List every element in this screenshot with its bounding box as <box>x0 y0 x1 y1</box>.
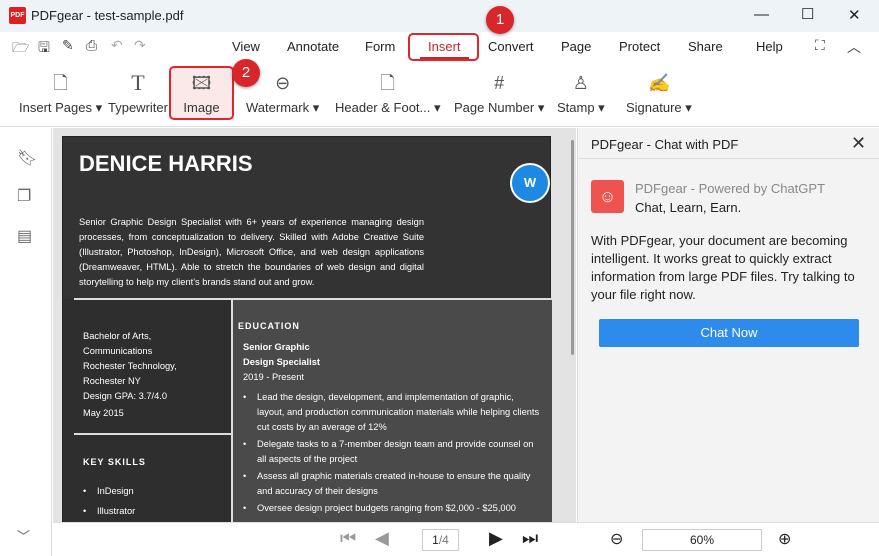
window-title: PDFgear - test-sample.pdf <box>31 8 184 23</box>
next-page-icon[interactable]: ▶ <box>489 528 503 549</box>
chat-now-button[interactable]: Chat Now <box>599 319 859 347</box>
chat-description: With PDFgear, your document are becoming… <box>591 233 855 302</box>
tab-form[interactable]: Form <box>365 39 395 54</box>
skills-list: InDesign Illustrator <box>81 481 135 521</box>
minimize-button[interactable]: — <box>754 6 769 23</box>
page-number-button[interactable]: # Page Number ▾ <box>454 70 544 116</box>
prev-page-icon[interactable]: ◀ <box>375 528 389 549</box>
signature-icon: ✍ <box>647 73 671 93</box>
maximize-button[interactable]: ☐ <box>801 5 814 23</box>
fullscreen-icon[interactable]: ⛶ <box>815 37 825 54</box>
resume-right-column: EDUCATION Senior Graphic Design Speciali… <box>231 299 552 522</box>
open-icon[interactable]: 🗁 <box>12 37 29 61</box>
print-icon[interactable]: ⎙ <box>86 37 97 54</box>
chat-tagline: Chat, Learn, Earn. <box>635 200 742 215</box>
tab-share[interactable]: Share <box>688 39 723 54</box>
step-badge-1: 1 <box>486 6 514 34</box>
close-button[interactable]: ✕ <box>848 6 861 24</box>
comments-icon[interactable]: ▤ <box>17 226 32 246</box>
title-bar: PDF PDFgear - test-sample.pdf — ☐ ✕ <box>0 0 879 32</box>
step-badge-2: 2 <box>232 59 260 87</box>
tab-protect[interactable]: Protect <box>619 39 660 54</box>
last-page-icon[interactable]: ⏭ <box>522 528 538 549</box>
document-viewer[interactable]: DENICE HARRIS W Senior Graphic Design Sp… <box>53 128 576 522</box>
job-bullets: Lead the design, development, and implem… <box>241 390 541 516</box>
degree-info: Bachelor of Arts, Communications Rochest… <box>83 331 177 418</box>
job-title: Senior Graphic Design Specialist <box>243 342 320 367</box>
insert-page-icon: 🗋 <box>53 73 68 93</box>
header-footer-button[interactable]: 🗋 Header & Foot... ▾ <box>335 70 441 116</box>
tab-convert[interactable]: Convert <box>488 39 534 54</box>
education-heading: EDUCATION <box>238 321 300 331</box>
stamp-button[interactable]: ♙ Stamp ▾ <box>557 70 605 116</box>
app-logo-icon: PDF <box>9 7 26 24</box>
signature-button[interactable]: ✍ Signature ▾ <box>626 70 692 116</box>
first-page-icon[interactable]: ⏮ <box>340 528 356 549</box>
chat-header: PDFgear - Chat with PDF ✕ <box>578 128 879 159</box>
pdf-page: DENICE HARRIS W Senior Graphic Design Sp… <box>62 136 552 522</box>
typewriter-icon: T <box>131 70 145 95</box>
typewriter-button[interactable]: T Typewriter <box>108 70 168 115</box>
save-as-icon[interactable]: ✎ <box>62 37 74 54</box>
redo-icon[interactable]: ↷ <box>134 37 146 54</box>
key-skills-heading: KEY SKILLS <box>83 457 146 467</box>
insert-pages-button[interactable]: 🗋 Insert Pages ▾ <box>19 70 102 116</box>
page-number-input[interactable]: 1/4 <box>422 529 459 551</box>
chat-panel: PDFgear - Chat with PDF ✕ ☺ PDFgear - Po… <box>577 128 879 522</box>
convert-to-word-button[interactable]: W <box>510 163 550 203</box>
expand-down-icon[interactable]: ﹀ <box>17 526 30 545</box>
divider <box>74 433 231 435</box>
resume-name: DENICE HARRIS <box>79 151 253 176</box>
tab-page[interactable]: Page <box>561 39 591 54</box>
tab-view[interactable]: View <box>232 39 260 54</box>
highlight-image-tool <box>169 66 234 120</box>
save-icon[interactable]: 🖫 <box>38 37 50 61</box>
zoom-level-input[interactable]: 60% <box>642 529 762 551</box>
collapse-ribbon-icon[interactable]: ︿ <box>847 37 861 57</box>
resume-left-column: Bachelor of Arts, Communications Rochest… <box>63 299 231 522</box>
vertical-scrollbar[interactable] <box>571 140 574 355</box>
header-footer-icon: 🗋 <box>380 73 395 93</box>
close-chat-icon[interactable]: ✕ <box>851 133 866 154</box>
chat-title: PDFgear - Chat with PDF <box>591 137 739 152</box>
resume-summary: Senior Graphic Design Specialist with 6+… <box>79 217 424 287</box>
stamp-icon: ♙ <box>572 73 589 93</box>
zoom-out-icon[interactable]: ⊖ <box>610 529 623 549</box>
tab-help[interactable]: Help <box>756 39 783 54</box>
powered-by: PDFgear - Powered by ChatGPT <box>635 181 826 196</box>
bookmark-icon[interactable]: 🔖︎ <box>17 148 37 168</box>
undo-icon[interactable]: ↶ <box>111 37 123 54</box>
chatbot-icon: ☺ <box>591 180 624 213</box>
thumbnails-icon[interactable]: ❐ <box>17 186 31 206</box>
job-dates: 2019 - Present <box>243 372 304 382</box>
tab-annotate[interactable]: Annotate <box>287 39 339 54</box>
section-divider <box>74 298 552 300</box>
page-number-icon: # <box>494 73 505 93</box>
zoom-in-icon[interactable]: ⊕ <box>778 529 791 549</box>
highlight-insert-tab <box>408 33 479 61</box>
left-sidebar: 🔖︎ ❐ ▤ ﹀ <box>0 128 52 556</box>
status-bar: ⏮ ◀ 1/4 ▶ ⏭ ⊖ 60% ⊕ <box>53 522 879 556</box>
